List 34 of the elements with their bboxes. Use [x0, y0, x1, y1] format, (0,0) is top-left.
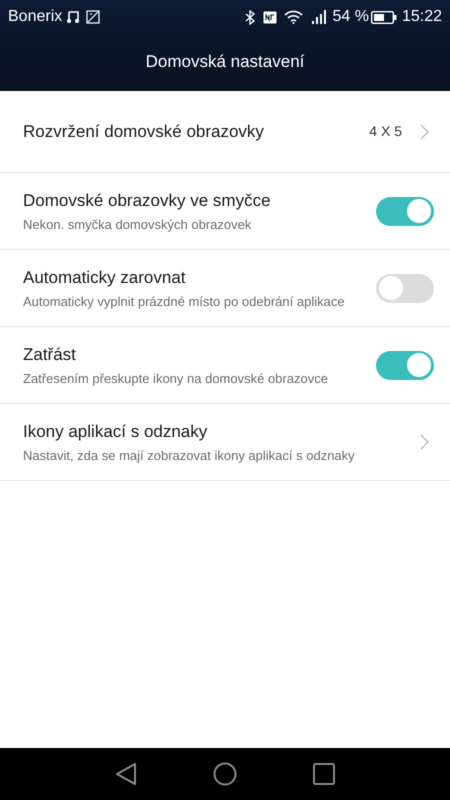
settings-row[interactable]: Zatřást Zatřesením přeskupte ikony na domovské obrazovce	[0, 327, 450, 404]
setting-description: Nastavit, zda se mají zobrazovat ikony aplikací s odznaky	[23, 447, 356, 464]
settings-row[interactable]: Automaticky zarovnat Automaticky vyplnit prázdné místo po odebrání aplikace	[0, 250, 450, 327]
setting-title: Zatřást	[23, 344, 77, 366]
setting-title: Automaticky zarovnat	[23, 267, 187, 289]
toggle-switch[interactable]	[376, 350, 434, 380]
setting-title: Rozvržení domovské obrazovky	[23, 120, 265, 142]
toggle-switch[interactable]	[376, 196, 434, 226]
signal-icon	[312, 10, 326, 24]
setting-value: 4 X 5	[369, 122, 402, 141]
bluetooth-icon	[244, 10, 256, 24]
home-icon[interactable]	[213, 762, 237, 786]
settings-row[interactable]: Ikony aplikací s odznaky Nastavit, zda se mají zobrazovat ikony aplikací s odznaky	[0, 404, 450, 481]
screen-title: Domovská nastavení	[146, 50, 304, 73]
battery-percent: 54 %	[332, 7, 369, 27]
back-icon[interactable]	[115, 762, 137, 786]
setting-description: Zatřesením přeskupte ikony na domovské obrazovce	[23, 370, 329, 387]
setting-description: Automaticky vyplnit prázdné místo po odebrání aplikace	[23, 293, 346, 310]
carrier-name: Bonerix	[8, 7, 62, 27]
setting-description: Nekon. smyčka domovských obrazovek	[23, 216, 252, 233]
settings-row[interactable]: Rozvržení domovské obrazovky 4 X 5	[0, 91, 450, 173]
image-icon	[86, 10, 100, 24]
clock-time: 15:22	[402, 7, 442, 27]
chevron-icon	[420, 434, 429, 450]
setting-title: Ikony aplikací s odznaky	[23, 421, 208, 443]
chevron-icon	[420, 124, 429, 140]
settings-row[interactable]: Domovské obrazovky ve smyčce Nekon. smyčka domovských obrazovek	[0, 173, 450, 250]
music-icon	[66, 10, 80, 24]
recents-icon[interactable]	[313, 763, 335, 785]
battery-icon	[370, 10, 397, 24]
toggle-switch[interactable]	[376, 274, 434, 302]
wifi-icon	[284, 10, 304, 24]
setting-title: Domovské obrazovky ve smyčce	[23, 190, 272, 212]
nfc-icon	[263, 10, 278, 24]
